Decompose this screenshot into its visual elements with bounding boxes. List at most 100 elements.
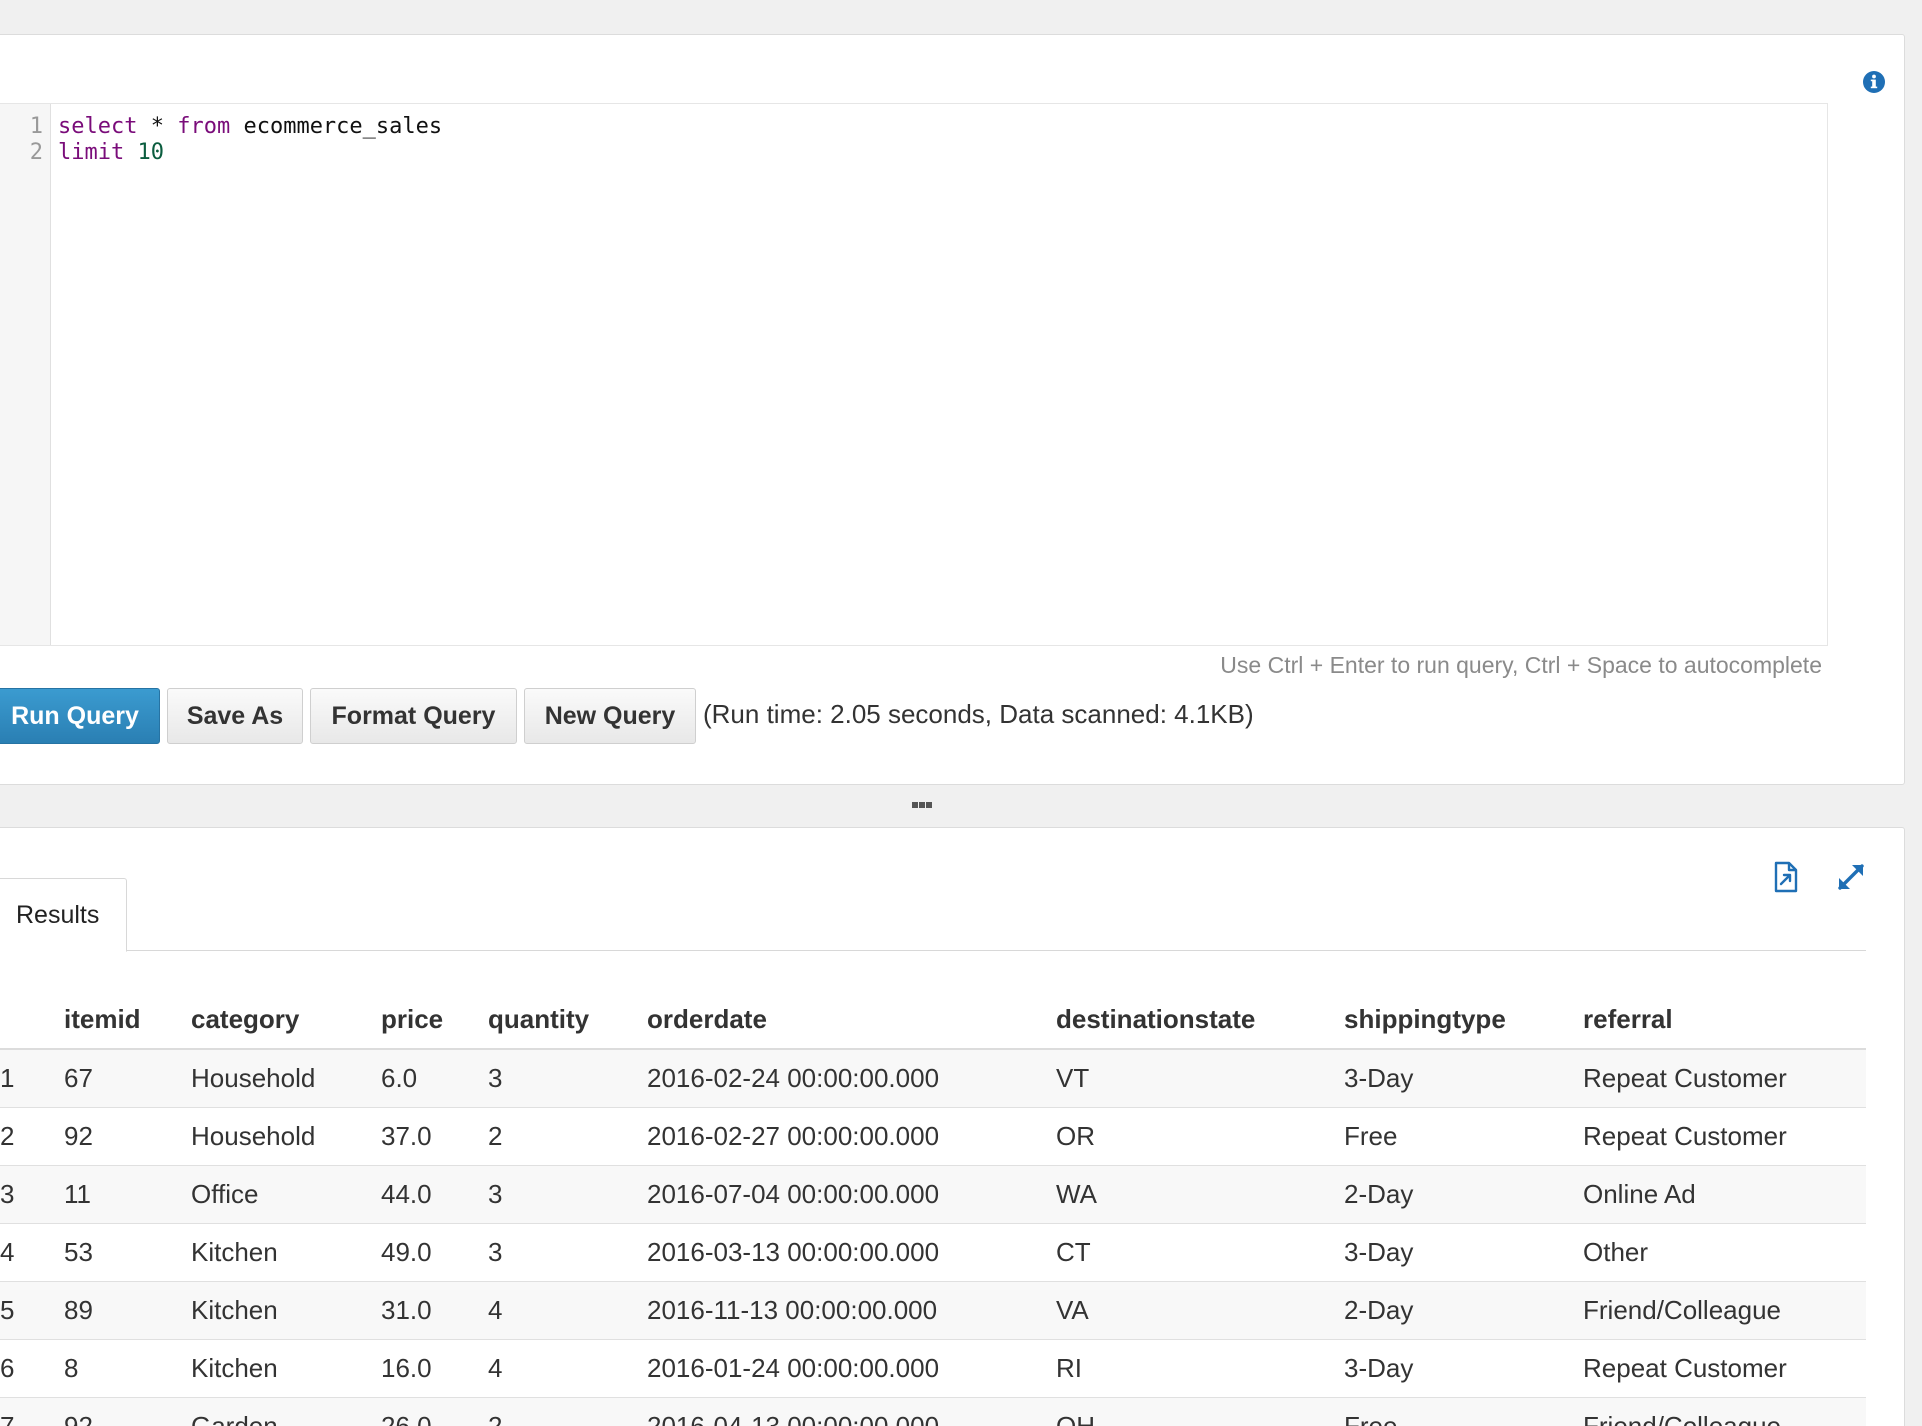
cell-referral: Repeat Customer (1583, 1049, 1866, 1108)
cell-orderdate: 2016-02-27 00:00:00.000 (647, 1107, 1056, 1166)
new-query-button[interactable]: New Query (524, 688, 696, 744)
cell-destinationstate: VT (1056, 1049, 1344, 1108)
cell-destinationstate: WA (1056, 1165, 1344, 1224)
cell-price: 44.0 (381, 1165, 488, 1224)
row-number: 7 (0, 1397, 64, 1426)
sql-code-editor[interactable]: 1 2 select * from ecommerce_sales limit … (0, 103, 1828, 646)
row-number: 1 (0, 1049, 64, 1108)
cell-orderdate: 2016-01-24 00:00:00.000 (647, 1339, 1056, 1398)
cell-category: Household (191, 1049, 381, 1108)
cell-quantity: 4 (488, 1281, 647, 1340)
cell-itemid: 53 (64, 1223, 191, 1282)
row-number: 5 (0, 1281, 64, 1340)
cell-referral: Repeat Customer (1583, 1339, 1866, 1398)
cell-orderdate: 2016-03-13 00:00:00.000 (647, 1223, 1056, 1282)
save-as-button[interactable]: Save As (167, 688, 303, 744)
cell-category: Household (191, 1107, 381, 1166)
column-header-itemid[interactable]: itemid (64, 990, 191, 1050)
cell-shippingtype: 2-Day (1344, 1281, 1583, 1340)
cell-category: Garden (191, 1397, 381, 1426)
info-icon[interactable] (1862, 70, 1886, 94)
tab-results-label: Results (16, 901, 100, 929)
cell-referral: Other (1583, 1223, 1866, 1282)
cell-destinationstate: CT (1056, 1223, 1344, 1282)
cell-destinationstate: OR (1056, 1107, 1344, 1166)
table-row: 4 53 Kitchen 49.0 3 2016-03-13 00:00:00.000 CT… (0, 1223, 1866, 1282)
cell-quantity: 3 (488, 1049, 647, 1108)
cell-orderdate: 2016-07-04 00:00:00.000 (647, 1165, 1056, 1224)
sql-keyword: select (58, 114, 138, 139)
table-row: 7 92 Garden 26.0 2 2016-04-13 00:00:00.000 OH F… (0, 1397, 1866, 1426)
cell-price: 49.0 (381, 1223, 488, 1282)
cell-quantity: 4 (488, 1339, 647, 1398)
cell-price: 31.0 (381, 1281, 488, 1340)
cell-itemid: 89 (64, 1281, 191, 1340)
cell-quantity: 3 (488, 1165, 647, 1224)
cell-shippingtype: 2-Day (1344, 1165, 1583, 1224)
cell-shippingtype: 3-Day (1344, 1339, 1583, 1398)
cell-quantity: 3 (488, 1223, 647, 1282)
results-table: itemid category price quantity orderdate… (0, 990, 1866, 1426)
cell-shippingtype: 3-Day (1344, 1223, 1583, 1282)
sql-keyword: limit (58, 140, 125, 165)
cell-shippingtype: 3-Day (1344, 1049, 1583, 1108)
column-header-price[interactable]: price (381, 990, 488, 1050)
table-row: 1 67 Household 6.0 3 2016-02-24 00:00:00.000 V… (0, 1049, 1866, 1108)
cell-price: 26.0 (381, 1397, 488, 1426)
panel-resize-handle[interactable] (908, 798, 934, 812)
cell-referral: Repeat Customer (1583, 1107, 1866, 1166)
table-header-row: itemid category price quantity orderdate… (0, 990, 1866, 1050)
table-row: 2 92 Household 37.0 2 2016-02-27 00:00:00.000… (0, 1107, 1866, 1166)
cell-destinationstate: RI (1056, 1339, 1344, 1398)
keyboard-hint: Use Ctrl + Enter to run query, Ctrl + Sp… (1220, 652, 1822, 678)
export-file-icon[interactable] (1768, 860, 1802, 894)
table-row: 5 89 Kitchen 31.0 4 2016-11-13 00:00:00.000 VA… (0, 1281, 1866, 1340)
column-header-orderdate[interactable]: orderdate (647, 990, 1056, 1050)
cell-quantity: 2 (488, 1397, 647, 1426)
run-query-button[interactable]: Run Query (0, 688, 160, 744)
column-header-category[interactable]: category (191, 990, 381, 1050)
cell-itemid: 92 (64, 1107, 191, 1166)
cell-destinationstate: VA (1056, 1281, 1344, 1340)
tab-bar-divider (0, 950, 1866, 951)
cell-quantity: 2 (488, 1107, 647, 1166)
sql-text: * (137, 114, 178, 139)
expand-icon[interactable] (1834, 860, 1868, 894)
cell-itemid: 92 (64, 1397, 191, 1426)
athena-query-page: 1 2 select * from ecommerce_sales limit … (0, 0, 1922, 1426)
sql-keyword: from (177, 114, 231, 139)
cell-referral: Online Ad (1583, 1165, 1866, 1224)
column-header-referral[interactable]: referral (1583, 990, 1866, 1050)
cell-category: Office (191, 1165, 381, 1224)
column-header-destinationstate[interactable]: destinationstate (1056, 990, 1344, 1050)
column-header-quantity[interactable]: quantity (488, 990, 647, 1050)
cell-itemid: 8 (64, 1339, 191, 1398)
cell-orderdate: 2016-02-24 00:00:00.000 (647, 1049, 1056, 1108)
cell-itemid: 67 (64, 1049, 191, 1108)
cell-destinationstate: OH (1056, 1397, 1344, 1426)
sql-text: ecommerce_sales (230, 114, 443, 139)
cell-category: Kitchen (191, 1339, 381, 1398)
cell-category: Kitchen (191, 1223, 381, 1282)
row-number: 3 (0, 1165, 64, 1224)
cell-price: 16.0 (381, 1339, 488, 1398)
column-header-shippingtype[interactable]: shippingtype (1344, 990, 1583, 1050)
line-number: 1 (29, 114, 43, 139)
run-status-text: (Run time: 2.05 seconds, Data scanned: 4… (703, 699, 1254, 729)
code-line[interactable]: select * from ecommerce_sales (58, 114, 442, 140)
cell-orderdate: 2016-11-13 00:00:00.000 (647, 1281, 1056, 1340)
format-query-button[interactable]: Format Query (310, 688, 517, 744)
row-number: 6 (0, 1339, 64, 1398)
line-number-gutter: 1 2 (0, 104, 51, 645)
row-number: 4 (0, 1223, 64, 1282)
row-number: 2 (0, 1107, 64, 1166)
table-row: 6 8 Kitchen 16.0 4 2016-01-24 00:00:00.000 RI 3… (0, 1339, 1866, 1398)
cell-orderdate: 2016-04-13 00:00:00.000 (647, 1397, 1056, 1426)
code-line[interactable]: limit 10 (58, 140, 164, 166)
cell-price: 37.0 (381, 1107, 488, 1166)
cell-shippingtype: Free (1344, 1397, 1583, 1426)
cell-price: 6.0 (381, 1049, 488, 1108)
cell-itemid: 11 (64, 1165, 191, 1224)
cell-category: Kitchen (191, 1281, 381, 1340)
